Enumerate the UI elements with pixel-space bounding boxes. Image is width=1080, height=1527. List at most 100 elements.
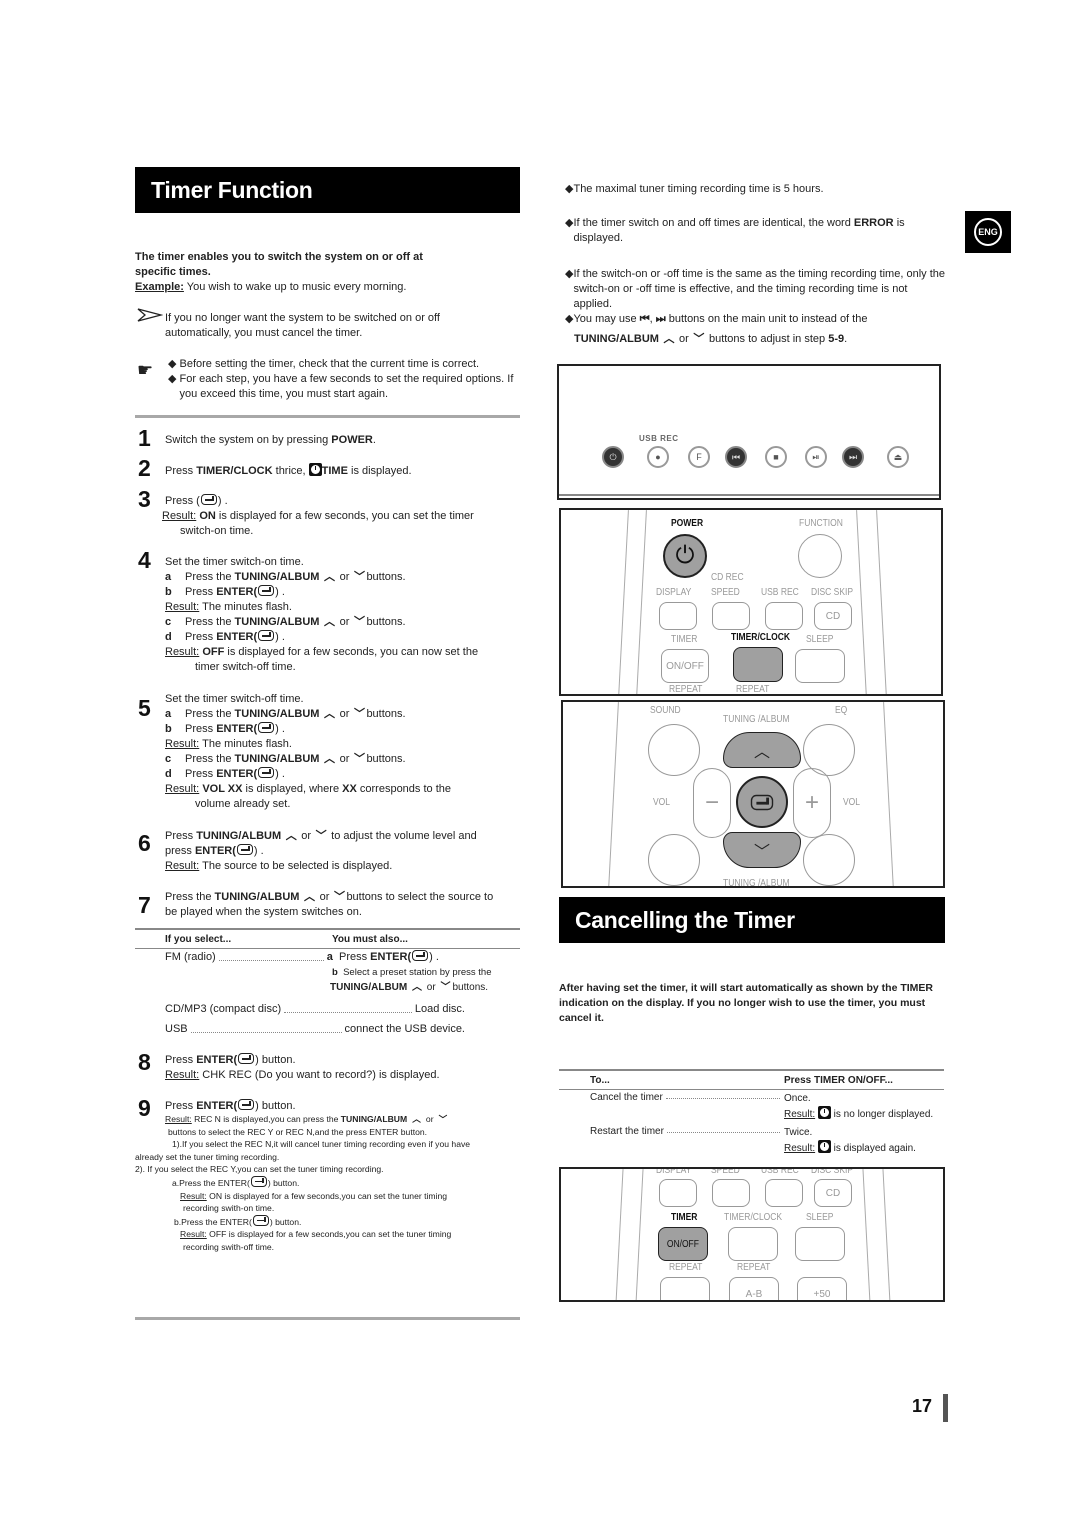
step-2-text: Press TIMER/CLOCK thrice, TIME is displa… — [165, 463, 412, 479]
decoration: d Press ENTER() . — [165, 767, 515, 782]
corner-button[interactable] — [648, 834, 700, 886]
power-icon[interactable]: ⏻ — [602, 446, 624, 468]
sleep-button[interactable] — [795, 649, 845, 683]
prev-track-icon: ⏮ — [639, 313, 650, 325]
a-post-text: ) . — [429, 951, 439, 963]
post-text: to adjust the volume level and — [328, 830, 477, 842]
plus50-button[interactable]: +50 — [797, 1277, 847, 1300]
enter-icon — [258, 585, 275, 596]
function-button[interactable] — [798, 534, 842, 578]
table-header-rule — [559, 1089, 944, 1090]
play-pause-icon[interactable]: ⏯ — [805, 446, 827, 468]
decoration — [615, 1169, 624, 1300]
post-text: buttons. — [366, 753, 406, 765]
stop-icon[interactable]: ■ — [765, 446, 787, 468]
power-button[interactable]: ⏻ — [663, 534, 707, 578]
letter-text: d — [165, 631, 172, 643]
repeat2-text: REPEAT — [736, 684, 770, 695]
record-icon[interactable]: ● — [647, 446, 669, 468]
chevron-down-icon: ﹀ — [333, 891, 345, 903]
step-4-text: Set the timer switch-on time. a Press the… — [165, 555, 515, 675]
speed-button[interactable] — [712, 1179, 750, 1207]
chevron-up-icon: ︿ — [324, 708, 336, 720]
disc-skip-text: DISC SKIP — [811, 587, 854, 598]
bold-text: TUNING/ALBUM — [196, 830, 282, 842]
cd-button[interactable]: CD — [814, 602, 852, 630]
decoration: a Press the TUNING/ALBUM ︿ or ﹀ buttons. — [165, 707, 515, 722]
next-track-icon[interactable]: ⏭ — [842, 446, 864, 468]
step-number: 6 — [138, 830, 151, 856]
decoration: a Press the TUNING/ALBUM ︿ or ﹀ buttons. — [165, 570, 515, 585]
disc-skip-text: DISC SKIP — [811, 1167, 854, 1176]
tuning-up-button[interactable]: ︿ — [723, 732, 801, 768]
decoration — [876, 510, 887, 694]
action-text: Cancel the timer — [590, 1092, 663, 1103]
timer-label: TIMER — [671, 1212, 698, 1223]
decoration: FM (radio) a Press ENTER() . — [165, 950, 520, 965]
display-text: DISPLAY — [656, 587, 692, 598]
display-button[interactable] — [659, 602, 697, 630]
step-number: 4 — [138, 547, 151, 573]
cd-button[interactable]: CD — [814, 1179, 852, 1207]
press-text: Twice. — [784, 1127, 813, 1138]
prev-track-icon[interactable]: ⏮ — [725, 446, 747, 468]
decoration: Result: The minutes flash. — [165, 737, 515, 752]
decoration: press ENTER() . — [165, 844, 515, 859]
timer-text: TIMER — [671, 634, 698, 645]
speed-button[interactable] — [712, 602, 750, 630]
chevron-down-icon: ﹀ — [353, 571, 365, 583]
enter-icon — [258, 630, 275, 641]
enter-button[interactable] — [736, 776, 788, 828]
table-top-rule — [559, 1069, 944, 1071]
sound-button[interactable] — [648, 724, 700, 776]
timer-clock-button[interactable] — [728, 1227, 778, 1261]
tuning-down-button[interactable]: ﹀ — [723, 832, 801, 868]
repeat-button[interactable] — [660, 1277, 710, 1300]
line2-text: buttons to select the REC Y or REC N,and… — [168, 1126, 428, 1137]
usb-rec-text: USB REC — [761, 1167, 799, 1176]
usb-rec-button[interactable] — [765, 602, 803, 630]
vol-up-button[interactable]: + — [793, 768, 831, 838]
sleep-text: SLEEP — [806, 634, 834, 645]
bold-text: ENTER( — [196, 1054, 238, 1066]
decoration: Press ENTER() button. — [165, 1053, 515, 1068]
vol-down-button[interactable]: − — [693, 768, 731, 838]
source-action: connect the USB device. — [344, 1023, 465, 1035]
press-text: Once. — [784, 1093, 811, 1104]
result-text2-text: switch-on time. — [180, 525, 254, 537]
corner-button[interactable] — [803, 834, 855, 886]
bold-text: ENTER( — [216, 586, 258, 598]
enter-icon — [258, 722, 275, 733]
bold2-text: TIME — [321, 465, 348, 477]
note4-line2-step-text: 5-9 — [828, 333, 845, 345]
timer-clock-button[interactable] — [733, 647, 783, 682]
decoration: TUNING/ALBUM ︿ or ﹀ buttons to adjust in… — [574, 332, 945, 347]
display-button[interactable] — [659, 1179, 697, 1207]
display-text: DISPLAY — [656, 1167, 692, 1176]
remote-illustration-nav: SOUND TUNING /ALBUM EQ ︿ ﹀ − + VOL VOL T… — [561, 700, 945, 888]
usb-rec-button[interactable] — [765, 1179, 803, 1207]
function-icon[interactable]: F — [688, 446, 710, 468]
bold-text: TUNING/ALBUM — [234, 616, 320, 628]
note4-line2-bold-text: TUNING/ALBUM — [574, 333, 659, 345]
line8-text: recording swith-on time. — [183, 1203, 275, 1214]
decoration: Result: The source to be selected is dis… — [165, 859, 515, 874]
ab-button[interactable]: A-B — [729, 1277, 779, 1300]
sleep-button[interactable] — [795, 1227, 845, 1261]
letter-text: c — [165, 616, 172, 628]
timer-on-off-button[interactable]: ON/OFF — [661, 649, 709, 683]
decoration — [190, 1032, 342, 1033]
timer-on-off-button[interactable]: ON/OFF — [658, 1227, 708, 1261]
post-text: ) button. — [255, 1100, 296, 1112]
cd-rec-text: CD REC — [711, 572, 744, 583]
a-pre-text: Press — [338, 951, 371, 963]
usb-rec-text: USB REC — [761, 587, 799, 598]
eject-icon[interactable]: ⏏ — [887, 446, 909, 468]
speed-text: SPEED — [711, 587, 740, 598]
bold2-text: XX — [342, 783, 357, 795]
note2-bold-text: ERROR — [853, 217, 894, 229]
cancel-intro: After having set the timer, it will star… — [559, 982, 933, 1024]
decoration: ﹀ — [440, 982, 451, 993]
post-text: ) . — [275, 586, 285, 598]
bold-text: ENTER( — [216, 768, 258, 780]
